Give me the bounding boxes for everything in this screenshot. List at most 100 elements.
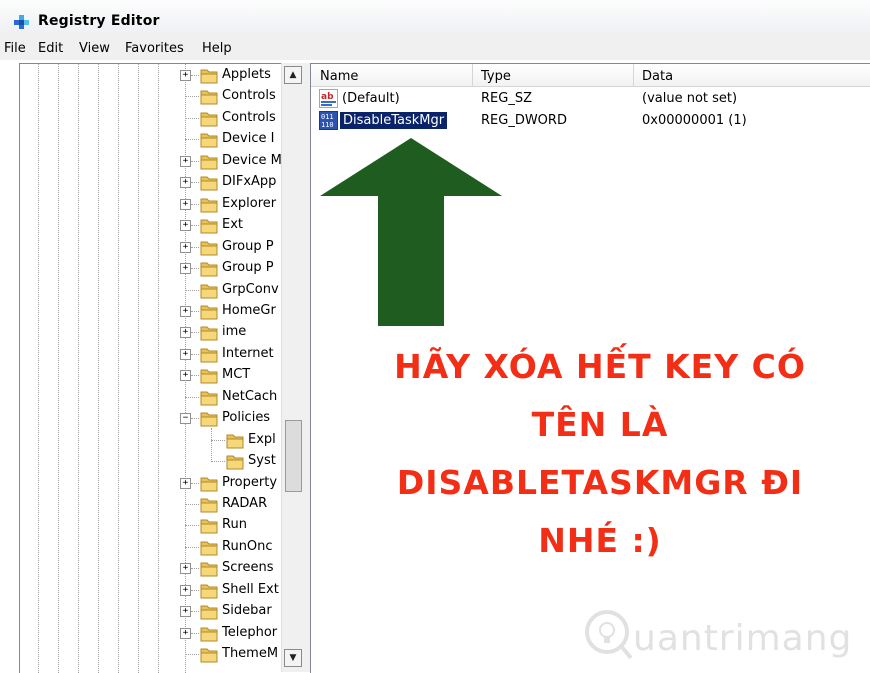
expand-icon[interactable]: +: [180, 305, 191, 317]
tree-item-label: NetCach: [222, 388, 278, 404]
tree-item[interactable]: RunOnc: [20, 537, 282, 558]
tree-item[interactable]: Controls: [20, 108, 282, 129]
tree-item[interactable]: + ime: [20, 322, 282, 343]
folder-icon: [200, 219, 218, 234]
column-header-type[interactable]: Type: [481, 69, 511, 84]
scroll-thumb[interactable]: [285, 420, 302, 492]
expand-icon[interactable]: +: [180, 477, 191, 489]
column-divider[interactable]: [633, 64, 634, 86]
tree-item[interactable]: ThemeM: [20, 644, 282, 665]
tree-connector: [191, 375, 199, 377]
menu-file[interactable]: File: [4, 41, 26, 56]
expand-icon[interactable]: +: [180, 348, 191, 360]
collapse-icon[interactable]: −: [180, 413, 191, 425]
tree-item[interactable]: + Internet: [20, 344, 282, 365]
tree-item[interactable]: + Group P: [20, 237, 282, 258]
tree-item-label: Group P: [222, 260, 274, 276]
tree-item[interactable]: Syst: [20, 451, 282, 472]
scroll-down-button[interactable]: ▼: [284, 649, 302, 667]
tree-item[interactable]: + HomeGr: [20, 301, 282, 322]
tree-connector: [191, 246, 199, 248]
tree-item[interactable]: + MCT: [20, 365, 282, 386]
menu-help[interactable]: Help: [202, 41, 232, 56]
expand-icon[interactable]: +: [180, 177, 191, 189]
tree-item[interactable]: + Applets: [20, 65, 282, 86]
key-tree-pane[interactable]: + Applets Controls Controls Device I + Device …: [19, 63, 303, 673]
menu-edit[interactable]: Edit: [38, 41, 63, 56]
list-row-default[interactable]: ab (Default) REG_SZ (value not set): [311, 88, 870, 110]
tree-item[interactable]: + Shell Ext: [20, 580, 282, 601]
tree-item-label: Device M: [222, 152, 282, 168]
tree-item-label: Screens: [222, 560, 274, 576]
tree-connector: [211, 439, 225, 441]
tree-item[interactable]: + Sidebar: [20, 601, 282, 622]
folder-icon: [200, 262, 218, 277]
registry-editor-icon: [14, 15, 29, 29]
tree-item[interactable]: + Telephor: [20, 623, 282, 644]
expand-icon[interactable]: +: [180, 327, 191, 339]
menu-favorites[interactable]: Favorites: [125, 41, 184, 56]
pane-splitter[interactable]: [302, 63, 310, 672]
column-header-name[interactable]: Name: [320, 69, 358, 84]
list-row-disabletaskmgr[interactable]: 011 110 DisableTaskMgr REG_DWORD 0x00000…: [311, 110, 870, 132]
tree-item[interactable]: GrpConv: [20, 280, 282, 301]
tree-connector: [185, 654, 199, 656]
tree-item-label: Device I: [222, 131, 275, 147]
tree-item[interactable]: Expl: [20, 430, 282, 451]
tree-item[interactable]: + DIFxApp: [20, 172, 282, 193]
tree-item[interactable]: Run: [20, 515, 282, 536]
expand-icon[interactable]: +: [180, 220, 191, 232]
tree-connector: [211, 461, 225, 463]
tree-item[interactable]: + Explorer: [20, 194, 282, 215]
tree-item-label: Shell Ext: [222, 581, 279, 597]
folder-icon: [226, 434, 244, 449]
value-name: (Default): [342, 91, 400, 106]
expand-icon[interactable]: +: [180, 627, 191, 639]
tree-item[interactable]: + Group P: [20, 258, 282, 279]
folder-icon: [226, 455, 244, 470]
column-divider[interactable]: [472, 64, 473, 86]
menu-view[interactable]: View: [79, 41, 110, 56]
tree-item[interactable]: RADAR: [20, 494, 282, 515]
folder-icon: [200, 391, 218, 406]
value-data: 0x00000001 (1): [642, 113, 747, 128]
tree-item[interactable]: Controls: [20, 86, 282, 107]
instruction-note: HÃY XÓA HẾT KEY CÓ TÊN LÀ DISABLETASKMGR…: [330, 338, 870, 570]
expand-icon[interactable]: +: [180, 70, 191, 81]
scroll-up-button[interactable]: ▲: [284, 66, 302, 84]
expand-icon[interactable]: +: [180, 606, 191, 618]
expand-icon[interactable]: +: [180, 370, 191, 382]
tree-item[interactable]: + Ext: [20, 215, 282, 236]
tree-item-label: MCT: [222, 367, 251, 383]
note-line: NHÉ :): [538, 521, 662, 560]
note-line: DISABLETASKMGR ĐI: [396, 463, 804, 502]
expand-icon[interactable]: +: [180, 584, 191, 596]
expand-icon[interactable]: +: [180, 263, 191, 275]
tree-item-label: ThemeM: [222, 646, 279, 662]
svg-text:110: 110: [321, 121, 334, 129]
expand-icon[interactable]: +: [180, 198, 191, 210]
folder-icon: [200, 348, 218, 363]
tree-item-label: RunOnc: [222, 538, 273, 554]
tree-item[interactable]: + Device M: [20, 151, 282, 172]
column-header-data[interactable]: Data: [642, 69, 673, 84]
tree-scrollbar[interactable]: ▲ ▼: [281, 63, 303, 672]
tree-item[interactable]: + Screens: [20, 558, 282, 579]
folder-icon: [200, 241, 218, 256]
tree-item-label: Explorer: [222, 195, 277, 211]
tree-item[interactable]: Device I: [20, 129, 282, 150]
watermark-text: uantrimang: [633, 618, 853, 659]
folder-icon: [200, 477, 218, 492]
tree-connector: [185, 117, 199, 119]
value-name-selected[interactable]: DisableTaskMgr: [338, 111, 449, 130]
expand-icon[interactable]: +: [180, 155, 191, 167]
tree-item[interactable]: NetCach: [20, 387, 282, 408]
tree-item-label: Group P: [222, 238, 274, 254]
expand-icon[interactable]: +: [180, 563, 191, 575]
folder-icon: [200, 133, 218, 148]
tree-connector: [185, 525, 199, 527]
tree-item-label: DIFxApp: [222, 174, 277, 190]
tree-item[interactable]: − Policies: [20, 408, 282, 429]
tree-item[interactable]: + Property: [20, 473, 282, 494]
expand-icon[interactable]: +: [180, 241, 191, 253]
